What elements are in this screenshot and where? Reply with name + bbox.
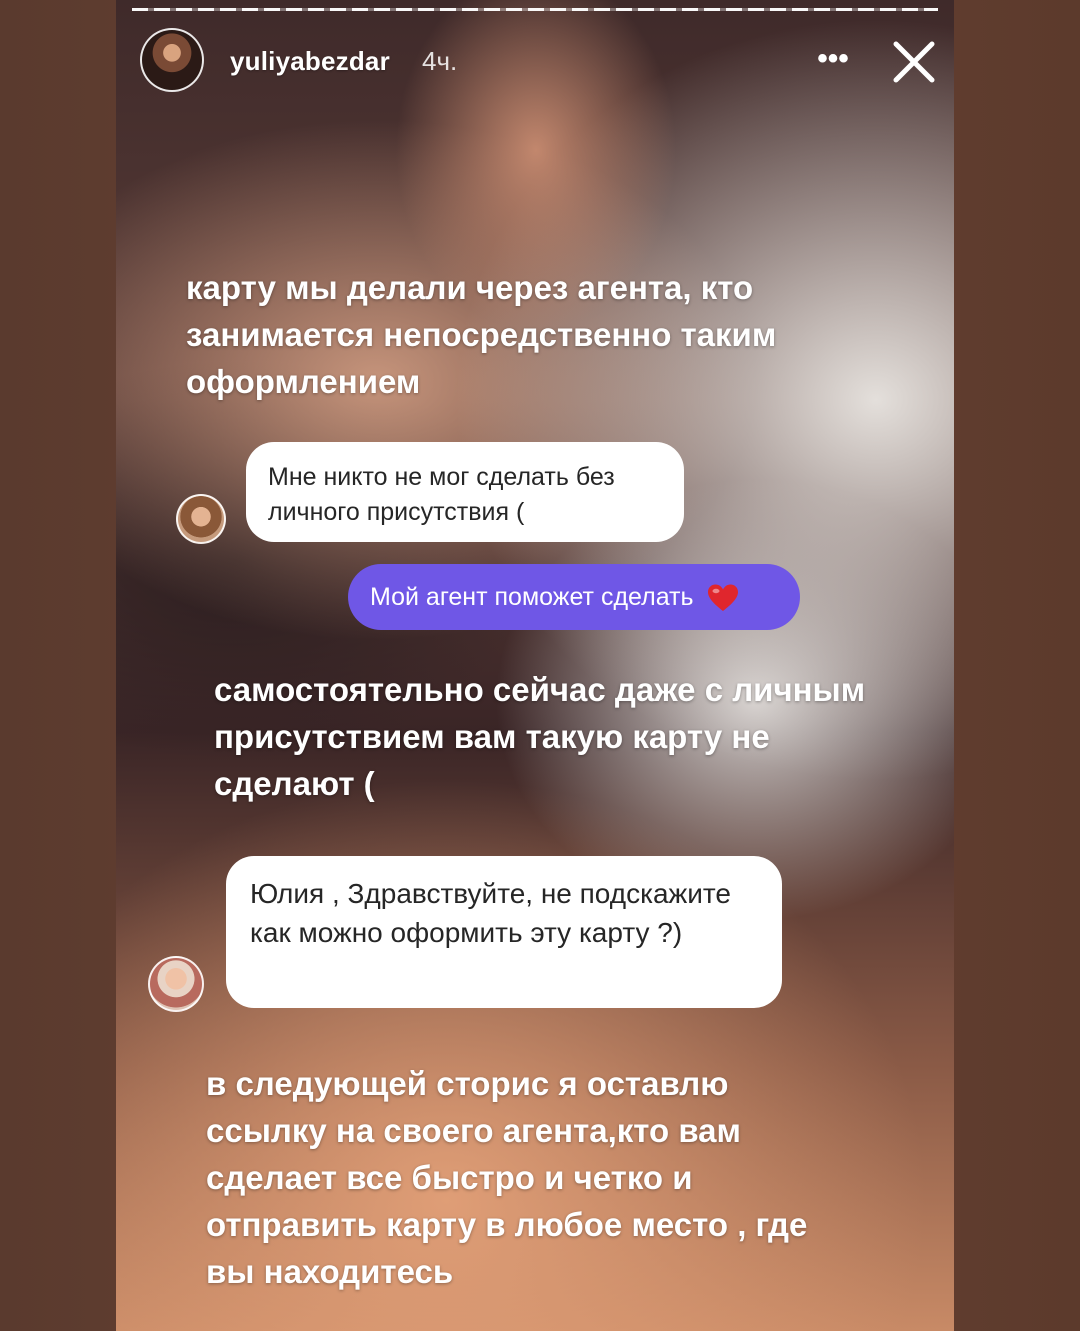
story-caption-2: самостоятельно сейчас даже с личным прис… [214, 671, 866, 802]
sent-message: Мой агент поможет сделать [348, 564, 800, 630]
story-caption-3: в следующей сторис я оставлю ссылку на с… [206, 1065, 808, 1290]
story-viewer: yuliyabezdar 4ч. ••• карту мы делали чер… [116, 0, 954, 1331]
more-button[interactable]: ••• [808, 42, 858, 82]
more-icon: ••• [817, 42, 849, 75]
sender-avatar-1 [176, 494, 226, 544]
username[interactable]: yuliyabezdar [230, 46, 390, 77]
received-message-1: Мне никто не мог сделать без личного при… [246, 442, 684, 542]
received-message-2: Юлия , Здравствуйте, не подскажите как м… [226, 856, 782, 1008]
heart-icon [708, 584, 739, 612]
timestamp: 4ч. [422, 46, 458, 76]
sender-avatar-2 [148, 956, 204, 1012]
story-progress-fill [132, 8, 938, 11]
close-button[interactable] [888, 36, 940, 88]
story-progress-bar [132, 8, 938, 11]
header-avatar[interactable] [140, 28, 204, 92]
sent-message-text: Мой агент поможет сделать [370, 583, 694, 611]
story-caption-1: карту мы делали через агента, кто занима… [186, 269, 777, 400]
close-icon [893, 41, 935, 83]
